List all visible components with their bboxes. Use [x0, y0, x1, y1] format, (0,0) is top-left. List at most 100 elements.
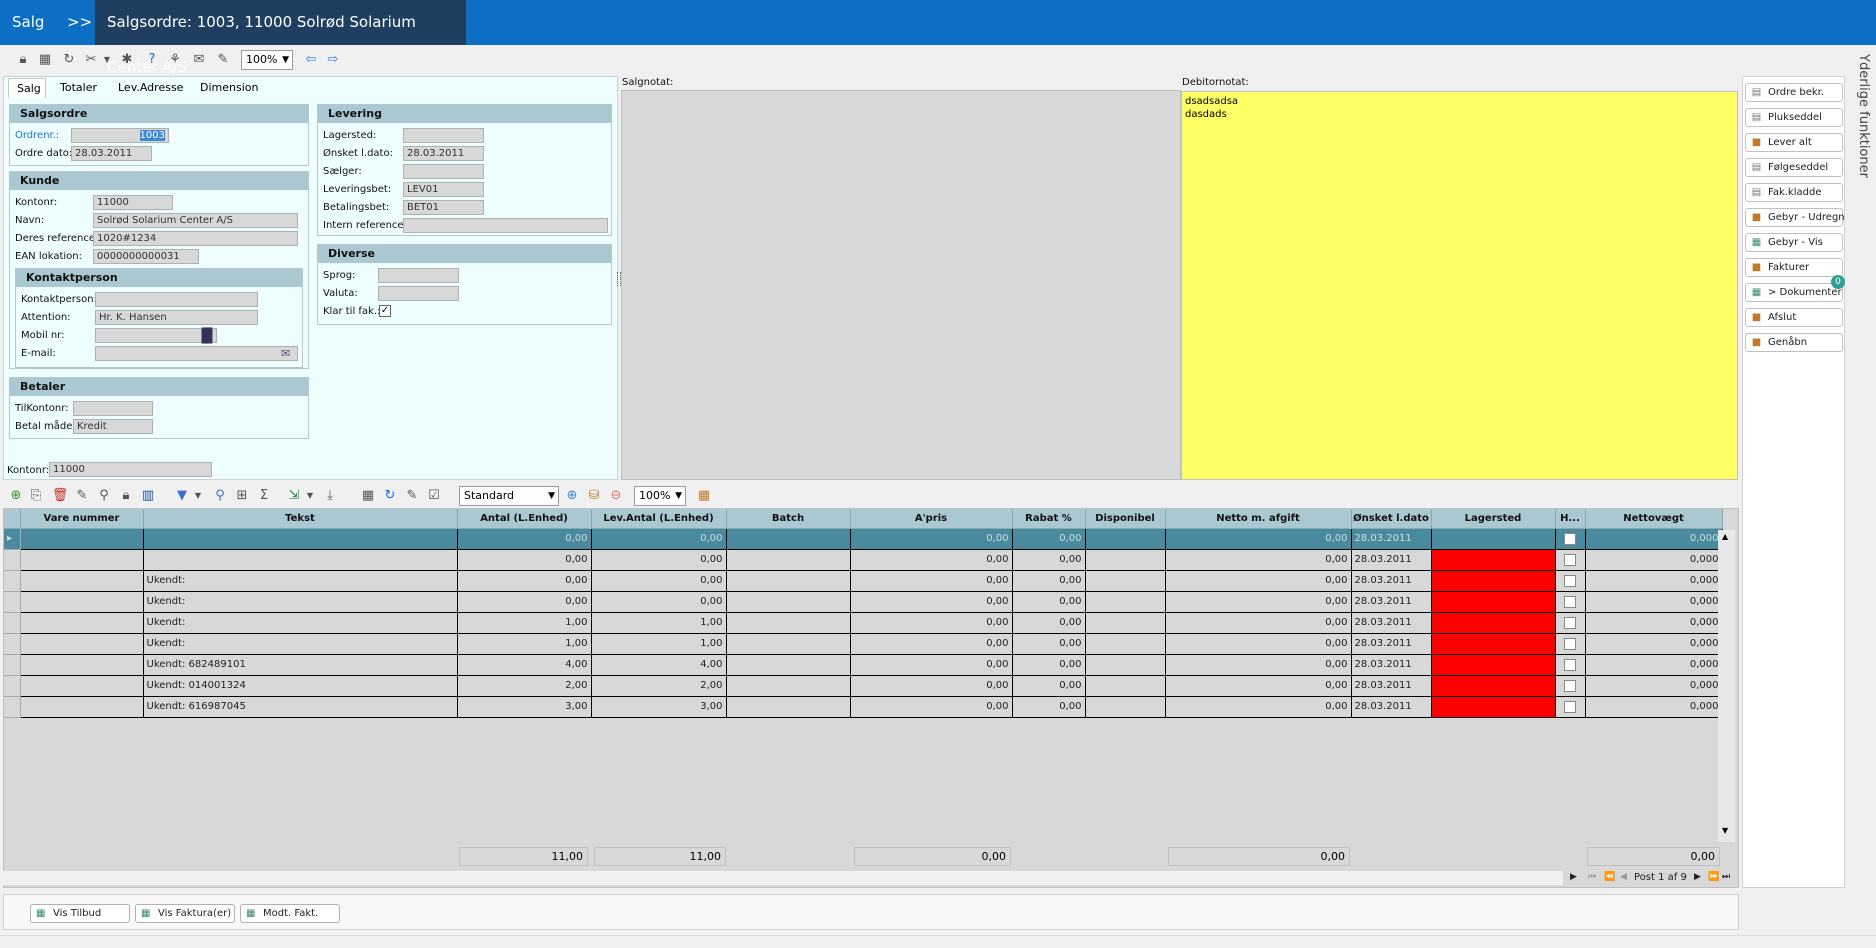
- cell-dato[interactable]: 28.03.2011: [1351, 654, 1432, 676]
- edit-icon[interactable]: ✎: [403, 487, 421, 505]
- column-header[interactable]: Tekst: [143, 509, 458, 529]
- cell-disp[interactable]: [1085, 675, 1166, 697]
- cell-vaegt[interactable]: 0,000: [1585, 654, 1723, 676]
- cell-antal[interactable]: 3,00: [457, 696, 592, 718]
- cell-vare[interactable]: [20, 528, 144, 550]
- cell-apris[interactable]: 0,00: [850, 633, 1013, 655]
- cell-antal[interactable]: 2,00: [457, 675, 592, 697]
- chevron-down-icon[interactable]: ▼: [189, 487, 207, 505]
- cell-lager[interactable]: [1431, 570, 1556, 592]
- row-indicator[interactable]: [4, 570, 21, 592]
- mobil-field[interactable]: [95, 328, 217, 343]
- cell-batch[interactable]: [726, 591, 851, 613]
- order-lines-grid[interactable]: Vare nummer Tekst Antal (L.Enhed) Lev.Antal…: [3, 508, 1739, 888]
- cell-vaegt[interactable]: 0,000: [1585, 570, 1723, 592]
- tilkontonr-field[interactable]: [73, 401, 153, 416]
- cell-disp[interactable]: [1085, 633, 1166, 655]
- cell-dato[interactable]: 28.03.2011: [1351, 528, 1432, 550]
- cell-disp[interactable]: [1085, 549, 1166, 571]
- ean-field[interactable]: 0000000000031: [93, 249, 199, 264]
- columns-icon[interactable]: ▥: [139, 487, 157, 505]
- cell-apris[interactable]: 0,00: [850, 675, 1013, 697]
- layout-select[interactable]: Standard ▼: [459, 486, 559, 506]
- help-icon[interactable]: ?: [143, 51, 161, 69]
- row-indicator[interactable]: [4, 633, 21, 655]
- debitornotat-textarea[interactable]: dsadsadsa dasdads: [1181, 91, 1738, 480]
- cell-rabat[interactable]: 0,00: [1012, 549, 1086, 571]
- table-row[interactable]: ▸ 0,00 0,00 0,00 0,00 0,00 28.03.2011 0,000: [4, 528, 1723, 550]
- cell-h[interactable]: [1555, 612, 1586, 634]
- genaabn-button[interactable]: ■ Genåbn: [1745, 333, 1843, 352]
- cell-dato[interactable]: 28.03.2011: [1351, 633, 1432, 655]
- column-header[interactable]: Vare nummer: [20, 509, 144, 529]
- cell-vaegt[interactable]: 0,000: [1585, 528, 1723, 550]
- table-row[interactable]: Ukendt: 682489101 4,00 4,00 0,00 0,00 0,00 28.…: [4, 654, 1723, 676]
- cell-vare[interactable]: [20, 549, 144, 571]
- cell-apris[interactable]: 0,00: [850, 696, 1013, 718]
- saelger-field[interactable]: [403, 164, 484, 179]
- row-checkbox[interactable]: [1564, 574, 1576, 587]
- stack-icon[interactable]: ⛁: [585, 487, 603, 505]
- valuta-field[interactable]: [378, 286, 459, 301]
- cell-apris[interactable]: 0,00: [850, 654, 1013, 676]
- tab-dimension[interactable]: Dimension: [192, 78, 266, 98]
- column-header[interactable]: Lagersted: [1431, 509, 1556, 529]
- cell-tekst[interactable]: Ukendt:: [143, 633, 458, 655]
- cell-lager[interactable]: [1431, 528, 1556, 550]
- column-header[interactable]: Disponibel: [1085, 509, 1166, 529]
- column-header[interactable]: Batch: [726, 509, 851, 529]
- cell-netto[interactable]: 0,00: [1165, 528, 1352, 550]
- cell-lager[interactable]: [1431, 591, 1556, 613]
- sprog-field[interactable]: [378, 268, 459, 283]
- cell-netto[interactable]: 0,00: [1165, 696, 1352, 718]
- cell-h[interactable]: [1555, 570, 1586, 592]
- salgnotat-textarea[interactable]: [621, 90, 1181, 480]
- cell-rabat[interactable]: 0,00: [1012, 591, 1086, 613]
- row-indicator[interactable]: [4, 654, 21, 676]
- next-page-icon[interactable]: ⏩: [1708, 872, 1719, 882]
- cell-vaegt[interactable]: 0,000: [1585, 696, 1723, 718]
- ordre-bekr-button[interactable]: ▤ Ordre bekr.: [1745, 83, 1843, 102]
- leveringsbet-field[interactable]: LEV01: [403, 182, 484, 197]
- table-row[interactable]: 0,00 0,00 0,00 0,00 0,00 28.03.2011 0,000: [4, 549, 1723, 571]
- cell-vaegt[interactable]: 0,000: [1585, 633, 1723, 655]
- cell-lager[interactable]: [1431, 633, 1556, 655]
- cell-rabat[interactable]: 0,00: [1012, 570, 1086, 592]
- cell-h[interactable]: [1555, 633, 1586, 655]
- cell-batch[interactable]: [726, 528, 851, 550]
- cell-h[interactable]: [1555, 696, 1586, 718]
- vis-tilbud-button[interactable]: ▦ Vis Tilbud: [30, 904, 130, 923]
- cell-tekst[interactable]: Ukendt: 682489101: [143, 654, 458, 676]
- cell-tekst[interactable]: Ukendt: 616987045: [143, 696, 458, 718]
- cell-antal[interactable]: 0,00: [457, 528, 592, 550]
- cell-lev[interactable]: 0,00: [591, 549, 727, 571]
- row-indicator[interactable]: [4, 696, 21, 718]
- row-indicator[interactable]: [4, 549, 21, 571]
- cell-disp[interactable]: [1085, 570, 1166, 592]
- arrow-right-icon[interactable]: ⇨: [324, 51, 342, 69]
- bottom-kontonr-field[interactable]: 11000: [49, 462, 212, 477]
- row-indicator[interactable]: [4, 591, 21, 613]
- cell-lager[interactable]: [1431, 549, 1556, 571]
- cell-antal[interactable]: 0,00: [457, 570, 592, 592]
- grid-horizontal-scrollbar[interactable]: [3, 871, 1563, 885]
- column-header[interactable]: H...: [1555, 509, 1586, 529]
- cell-netto[interactable]: 0,00: [1165, 591, 1352, 613]
- cell-dato[interactable]: 28.03.2011: [1351, 675, 1432, 697]
- gebyr-vis-button[interactable]: ▦ Gebyr - Vis: [1745, 233, 1843, 252]
- chevron-down-icon[interactable]: ▼: [301, 487, 319, 505]
- cell-dato[interactable]: 28.03.2011: [1351, 696, 1432, 718]
- row-indicator[interactable]: ▸: [4, 528, 21, 550]
- cell-vare[interactable]: [20, 591, 144, 613]
- cell-lev[interactable]: 1,00: [591, 612, 727, 634]
- cell-batch[interactable]: [726, 570, 851, 592]
- cell-vare[interactable]: [20, 633, 144, 655]
- scroll-down-icon[interactable]: ▼: [1722, 826, 1728, 835]
- cell-disp[interactable]: [1085, 654, 1166, 676]
- onsket-dato-field[interactable]: 28.03.2011: [403, 146, 484, 161]
- cell-apris[interactable]: 0,00: [850, 612, 1013, 634]
- share-icon[interactable]: ⚘: [166, 51, 184, 69]
- cell-vaegt[interactable]: 0,000: [1585, 591, 1723, 613]
- column-header[interactable]: Ønsket l.dato: [1351, 509, 1432, 529]
- add-icon[interactable]: ⊕: [7, 487, 25, 505]
